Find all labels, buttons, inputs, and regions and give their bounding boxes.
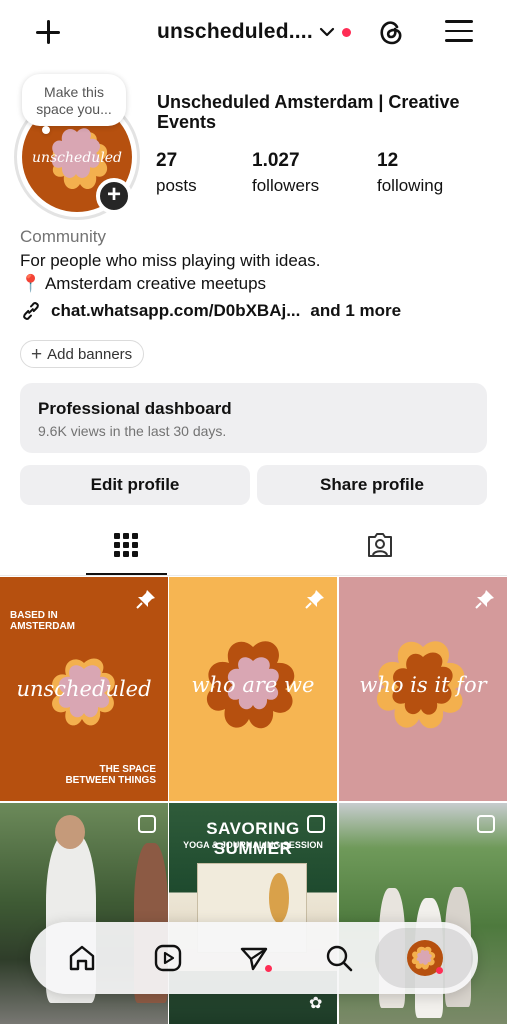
note-bubble-text: Make this space you... — [36, 84, 112, 117]
add-story-button[interactable]: + — [96, 178, 132, 214]
note-bubble[interactable]: Make this space you... — [22, 74, 126, 126]
followers-label: followers — [252, 176, 320, 195]
following-stat[interactable]: 12 following — [377, 150, 443, 196]
reels-icon[interactable] — [150, 940, 186, 976]
bio-line-2-text: Amsterdam creative meetups — [41, 274, 267, 293]
add-banners-label: Add banners — [47, 345, 133, 363]
avatar-wordmark: unscheduled — [31, 150, 123, 166]
carousel-icon — [477, 815, 495, 833]
post-caption: who is it for — [359, 673, 487, 697]
username-switcher[interactable]: unscheduled.... — [157, 20, 313, 44]
link-icon — [23, 302, 39, 320]
menu-icon[interactable] — [445, 20, 473, 44]
post-tile[interactable]: who are we — [169, 577, 337, 801]
add-banners-button[interactable]: + Add banners — [20, 340, 145, 368]
create-icon[interactable] — [32, 16, 64, 48]
pin-icon — [136, 590, 155, 609]
followers-stat[interactable]: 1.027 followers — [252, 150, 319, 196]
bio-links[interactable]: chat.whatsapp.com/D0bXBAj... and 1 more — [20, 300, 401, 322]
pin-icon — [475, 590, 494, 609]
post-tile[interactable]: BASED IN AMSTERDAM unscheduled THE SPACE B… — [0, 577, 168, 801]
following-count: 12 — [377, 150, 399, 171]
plus-icon: + — [31, 343, 43, 365]
dashboard-title: Professional dashboard — [38, 399, 232, 418]
bio: For people who miss playing with ideas. … — [20, 249, 320, 295]
bio-link[interactable]: chat.whatsapp.com/D0bXBAj... — [51, 301, 300, 321]
photo-leaf — [269, 873, 289, 923]
note-bubble-tail — [42, 126, 50, 134]
post-caption: unscheduled — [16, 677, 152, 701]
home-icon[interactable] — [64, 940, 100, 976]
bio-line-1: For people who miss playing with ideas. — [20, 251, 321, 270]
bio-link-more[interactable]: and 1 more — [310, 301, 401, 321]
professional-dashboard[interactable]: Professional dashboard 9.6K views in the… — [20, 383, 487, 453]
dashboard-subtitle: 9.6K views in the last 30 days. — [38, 423, 227, 439]
tagged-icon[interactable] — [360, 525, 400, 565]
photo-face — [55, 815, 85, 849]
display-name: Unscheduled Amsterdam | Creative Events — [157, 92, 460, 132]
pin-emoji-icon: 📍 — [20, 274, 42, 293]
followers-count: 1.027 — [252, 150, 300, 171]
post-caption: who are we — [191, 673, 315, 697]
post-bottom-text: THE SPACE BETWEEN THINGS — [65, 764, 156, 786]
carousel-icon — [307, 815, 325, 833]
profile-category: Community — [20, 227, 106, 246]
carousel-icon — [138, 815, 156, 833]
posts-stat[interactable]: 27 posts — [156, 150, 197, 196]
following-label: following — [377, 176, 444, 195]
pin-icon — [305, 590, 324, 609]
threads-icon[interactable] — [376, 17, 406, 47]
grid-icon[interactable] — [106, 525, 146, 565]
notification-dot — [342, 28, 351, 37]
posts-count: 27 — [156, 150, 178, 171]
chevron-down-icon[interactable] — [319, 26, 335, 38]
bottom-nav — [30, 922, 478, 994]
post-tile[interactable]: who is it for — [339, 577, 507, 801]
post-top-text: BASED IN AMSTERDAM — [10, 610, 75, 632]
top-bar: unscheduled.... — [0, 0, 507, 64]
bio-line-2: 📍 Amsterdam creative meetups — [20, 272, 320, 295]
tab-divider — [0, 575, 507, 576]
posts-label: posts — [156, 176, 197, 195]
search-icon[interactable] — [321, 940, 357, 976]
profile-notification-dot — [436, 967, 443, 974]
flower-small-icon: ✿ — [309, 995, 323, 1012]
share-profile-button[interactable]: Share profile — [257, 465, 487, 505]
edit-profile-button[interactable]: Edit profile — [20, 465, 250, 505]
direct-notification-dot — [265, 965, 272, 972]
post-subtitle: YOGA & JOURNALING SESSION — [183, 840, 323, 850]
